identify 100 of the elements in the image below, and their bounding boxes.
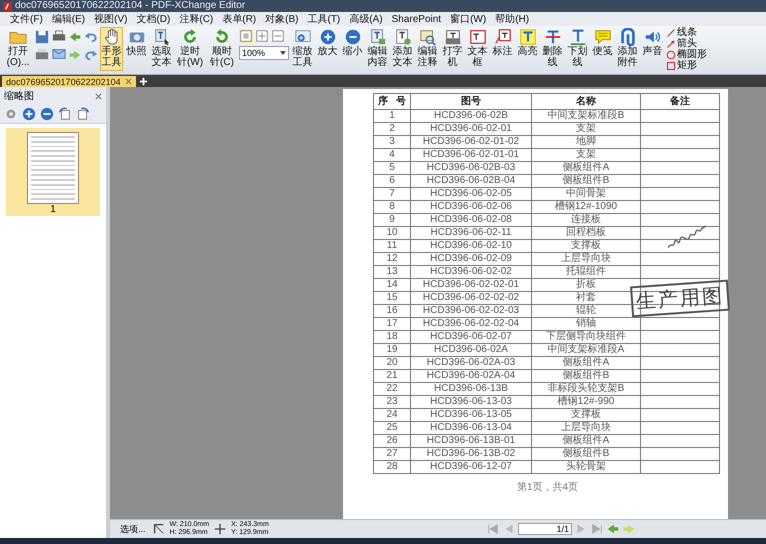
table-cell: HCD396-06-02-10 bbox=[410, 240, 532, 252]
menu-item[interactable]: 工具(T) bbox=[307, 12, 340, 26]
table-cell: 侧板组件A bbox=[532, 162, 640, 174]
table-cell: 22 bbox=[374, 382, 410, 396]
table-cell: HCD396-06-02-08 bbox=[410, 214, 532, 226]
new-tab-icon[interactable] bbox=[138, 77, 148, 86]
menu-item[interactable]: 视图(V) bbox=[94, 12, 128, 26]
table-cell: HCD396-06-13-03 bbox=[410, 396, 532, 408]
table-cell: 头轮骨架 bbox=[532, 460, 640, 474]
table-cell: 上层导向块 bbox=[532, 422, 640, 434]
tool-button[interactable]: 添加文本 bbox=[391, 27, 414, 71]
menu-item[interactable]: 文档(D) bbox=[136, 12, 170, 26]
back-arrow-icon[interactable] bbox=[68, 30, 82, 44]
back-arrow-icon[interactable] bbox=[606, 522, 620, 536]
app-icon bbox=[3, 2, 12, 10]
tool-button[interactable]: 缩小 bbox=[341, 27, 364, 71]
close-icon[interactable] bbox=[95, 92, 102, 100]
table-cell: HCD396-06-13B-02 bbox=[410, 448, 532, 460]
menu-item[interactable]: 注释(C) bbox=[179, 12, 214, 26]
tool-button[interactable]: 添加附件 bbox=[616, 27, 639, 71]
fit-page-icon[interactable] bbox=[255, 29, 269, 43]
table-cell: HCD396-06-12-07 bbox=[410, 460, 532, 474]
tool-button[interactable]: 放大 bbox=[316, 27, 339, 71]
tool-button[interactable]: 编辑内容 bbox=[366, 27, 389, 71]
tool-button[interactable]: 删除线 bbox=[541, 27, 564, 71]
table-cell: HCD396-06-02-06 bbox=[410, 200, 532, 214]
actual-size-icon[interactable] bbox=[239, 29, 253, 43]
shape-tool-button[interactable]: 箭头 bbox=[666, 38, 707, 49]
table-cell: HCD396-06-02-09 bbox=[410, 252, 532, 266]
tool-button[interactable]: 文本框 bbox=[466, 27, 489, 71]
rotate-right-icon bbox=[213, 28, 231, 46]
table-cell: 支架 bbox=[532, 148, 640, 162]
caret-icon bbox=[280, 51, 286, 55]
menu-item[interactable]: 表单(R) bbox=[222, 12, 256, 26]
tool-button[interactable]: 逆时针(W) bbox=[175, 27, 205, 71]
rotate-left-icon[interactable] bbox=[58, 107, 72, 121]
table-cell: 槽钢12#-990 bbox=[532, 396, 640, 408]
table-cell: 折板 bbox=[532, 278, 640, 292]
underline-icon bbox=[568, 28, 586, 46]
tool-button[interactable]: 缩放工具 bbox=[291, 27, 314, 71]
menu-item[interactable]: 文件(F) bbox=[10, 12, 43, 26]
table-cell: 4 bbox=[374, 148, 410, 162]
menu-item[interactable]: 高级(A) bbox=[349, 12, 383, 26]
zoom-out-icon[interactable] bbox=[40, 107, 54, 121]
zoom-out-icon bbox=[344, 28, 362, 46]
line-icon bbox=[666, 28, 676, 38]
undo-icon[interactable] bbox=[84, 30, 98, 44]
page-footer: 第1页，共4页 bbox=[373, 480, 722, 494]
tool-button[interactable]: 打字机 bbox=[441, 27, 464, 71]
options-button[interactable]: 选项... bbox=[118, 522, 148, 536]
settings-icon[interactable] bbox=[4, 107, 18, 121]
table-cell: HCD396-06-02-11 bbox=[410, 226, 532, 240]
shape-tool-button[interactable]: 线条 bbox=[666, 27, 707, 38]
email-icon[interactable] bbox=[52, 47, 66, 61]
column-header: 备注 bbox=[640, 94, 720, 110]
zoom-in-icon[interactable] bbox=[22, 107, 36, 121]
zoom-dropdown[interactable]: 100% bbox=[239, 46, 289, 60]
table-cell: 上层导向块 bbox=[532, 252, 640, 266]
menu-item[interactable]: 对象(B) bbox=[265, 12, 298, 26]
table-cell: 地脚 bbox=[532, 136, 640, 148]
table-cell: 12 bbox=[374, 252, 410, 266]
tool-button[interactable]: 声音 bbox=[641, 27, 664, 71]
page-number-field[interactable]: 1/1 bbox=[518, 523, 572, 535]
last-page-icon[interactable] bbox=[590, 522, 604, 536]
shape-tool-button[interactable]: 椭圆形 bbox=[666, 49, 707, 60]
rotate-right-icon[interactable] bbox=[76, 107, 90, 121]
menu-item[interactable]: 编辑(E) bbox=[52, 12, 86, 26]
tool-button[interactable]: 手形工具 bbox=[100, 27, 123, 71]
close-icon[interactable] bbox=[124, 78, 132, 85]
document-tab[interactable]: doc07696520170622202104 bbox=[2, 76, 136, 87]
tool-button[interactable]: 选取文本 bbox=[150, 27, 173, 71]
table-cell: 支撑板 bbox=[532, 408, 640, 422]
tool-button[interactable]: 标注 bbox=[491, 27, 514, 71]
save-icon[interactable] bbox=[35, 30, 49, 44]
tool-button[interactable]: 便笺 bbox=[591, 27, 614, 71]
redo-icon[interactable] bbox=[84, 48, 98, 62]
table-cell: 27 bbox=[374, 448, 410, 460]
tool-button[interactable]: 编辑注释 bbox=[416, 27, 439, 71]
page-thumbnail[interactable]: 1 bbox=[6, 128, 100, 216]
window-title: doc07696520170622202104 - PDF-XChange Editor bbox=[15, 0, 246, 12]
scan-icon[interactable] bbox=[35, 47, 49, 61]
table-cell: 18 bbox=[374, 330, 410, 344]
menu-item[interactable]: 帮助(H) bbox=[495, 12, 530, 26]
first-page-icon[interactable] bbox=[486, 522, 500, 536]
open-button[interactable]: 打开(O)... bbox=[3, 27, 33, 71]
table-cell: 3 bbox=[374, 136, 410, 148]
table-cell: 连接板 bbox=[532, 214, 640, 226]
text-box-icon bbox=[468, 28, 486, 46]
menu-item[interactable]: 窗口(W) bbox=[450, 12, 486, 26]
tool-button[interactable]: 高亮 bbox=[516, 27, 539, 71]
tool-button[interactable]: 快照 bbox=[125, 27, 148, 71]
edit-content-icon bbox=[368, 28, 386, 46]
menu-item[interactable]: SharePoint bbox=[392, 14, 442, 24]
shape-tool-button[interactable]: 矩形 bbox=[666, 60, 707, 71]
tool-button[interactable]: 顺时针(C) bbox=[207, 27, 237, 71]
table-cell: 6 bbox=[374, 174, 410, 188]
fit-width-icon[interactable] bbox=[271, 29, 285, 43]
table-cell: 8 bbox=[374, 200, 410, 214]
table-cell: HCD396-06-02B bbox=[410, 110, 532, 122]
tool-button[interactable]: 下划线 bbox=[566, 27, 589, 71]
